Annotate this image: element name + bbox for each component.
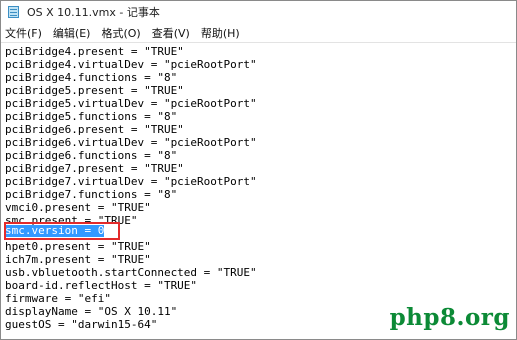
text-line: usb.vbluetooth.startConnected = "TRUE" (5, 266, 257, 279)
notepad-icon (7, 5, 21, 19)
menu-file[interactable]: 文件(F) (1, 25, 49, 41)
text-line: pciBridge4.virtualDev = "pcieRootPort" (5, 58, 257, 71)
text-line: pciBridge6.functions = "8" (5, 149, 178, 162)
title-bar[interactable]: OS X 10.11.vmx - 记事本 (1, 1, 516, 23)
text-line: ich7m.present = "TRUE" (5, 253, 151, 266)
notepad-window: OS X 10.11.vmx - 记事本 文件(F) 编辑(E) 格式(O) 查… (0, 0, 517, 340)
window-title: OS X 10.11.vmx - 记事本 (27, 6, 160, 19)
text-line: pciBridge4.present = "TRUE" (5, 45, 184, 58)
text-line: hpet0.present = "TRUE" (5, 240, 151, 253)
text-editor[interactable]: pciBridge4.present = "TRUE" pciBridge4.v… (1, 43, 516, 339)
text-line: board-id.reflectHost = "TRUE" (5, 279, 198, 292)
text-line: pciBridge5.functions = "8" (5, 110, 178, 123)
text-line: pciBridge7.functions = "8" (5, 188, 178, 201)
text-line: pciBridge7.virtualDev = "pcieRootPort" (5, 175, 257, 188)
text-line: pciBridge7.present = "TRUE" (5, 162, 184, 175)
menu-help[interactable]: 帮助(H) (197, 25, 247, 41)
text-line: firmware = "efi" (5, 292, 111, 305)
text-line: pciBridge6.present = "TRUE" (5, 123, 184, 136)
menu-format[interactable]: 格式(O) (97, 25, 147, 41)
menu-bar: 文件(F) 编辑(E) 格式(O) 查看(V) 帮助(H) (1, 24, 516, 42)
menu-view[interactable]: 查看(V) (148, 25, 197, 41)
text-line: vmci0.present = "TRUE" (5, 201, 151, 214)
text-line: pciBridge5.present = "TRUE" (5, 84, 184, 97)
menu-edit[interactable]: 编辑(E) (49, 25, 98, 41)
text-line: pciBridge4.functions = "8" (5, 71, 178, 84)
text-line: guestOS = "darwin15-64" (5, 318, 158, 331)
highlight-box (4, 222, 120, 240)
watermark: php8.org (389, 304, 510, 331)
text-line: displayName = "OS X 10.11" (5, 305, 178, 318)
text-line: pciBridge6.virtualDev = "pcieRootPort" (5, 136, 257, 149)
text-line: pciBridge5.virtualDev = "pcieRootPort" (5, 97, 257, 110)
